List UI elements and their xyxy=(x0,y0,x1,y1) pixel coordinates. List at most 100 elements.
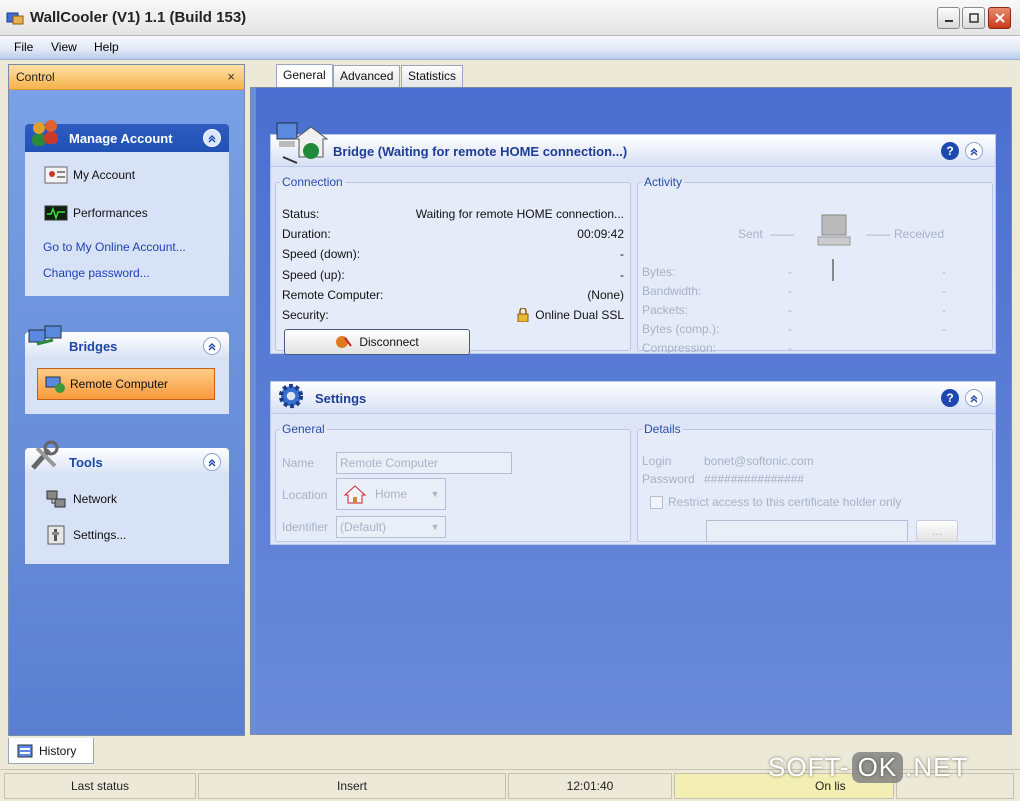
location-select[interactable]: Home ▼ xyxy=(336,478,446,510)
dropdown-arrow-icon: ▼ xyxy=(430,522,440,532)
manage-account-body: My Account Performances Go to My Online … xyxy=(25,152,229,296)
tab-advanced[interactable]: Advanced xyxy=(333,65,401,87)
packets-label: Packets: xyxy=(642,303,689,317)
collapse-chevron-icon[interactable] xyxy=(203,453,221,471)
compression-sent-value: - xyxy=(788,341,792,355)
disconnect-button[interactable]: Disconnect xyxy=(284,329,470,355)
settings-item[interactable]: Settings... xyxy=(43,524,126,546)
bytes-label: Bytes: xyxy=(642,265,676,279)
remote-computer-item[interactable]: Remote Computer xyxy=(37,368,215,400)
received-line: —— xyxy=(866,227,890,241)
sent-label: Sent xyxy=(738,227,763,241)
remote-computer-icon xyxy=(44,374,66,394)
bridges-header[interactable]: Bridges xyxy=(25,325,229,360)
restrict-label: Restrict access to this certificate hold… xyxy=(668,495,902,509)
my-account-item[interactable]: My Account xyxy=(43,164,135,186)
disconnect-icon xyxy=(336,336,353,348)
tools-body: Network Settings... xyxy=(25,476,229,564)
lock-icon xyxy=(517,308,529,322)
bytes-comp-sent-value: - xyxy=(788,322,792,336)
maximize-button[interactable] xyxy=(962,7,985,29)
menu-file[interactable]: File xyxy=(14,40,33,54)
online-account-link[interactable]: Go to My Online Account... xyxy=(43,240,186,254)
close-window-button[interactable] xyxy=(988,7,1011,29)
compression-label: Compression: xyxy=(642,341,717,355)
watermark: SOFT- OK .NET xyxy=(768,752,968,783)
settings-label: Settings... xyxy=(73,528,127,542)
packets-received-value: - xyxy=(942,303,946,317)
bridges-body: Remote Computer xyxy=(25,360,229,414)
password-value: ############### xyxy=(704,472,805,486)
connection-legend: Connection xyxy=(282,175,343,189)
collapse-chevron-icon[interactable] xyxy=(965,389,983,407)
tools-icon xyxy=(31,440,59,470)
menu-view[interactable]: View xyxy=(51,40,77,54)
minimize-button[interactable] xyxy=(937,7,960,29)
tab-general[interactable]: General xyxy=(276,64,333,88)
window-title: WallCooler (V1) 1.1 (Build 153) xyxy=(30,9,247,26)
packets-sent-value: - xyxy=(788,303,792,317)
bytes-comp-label: Bytes (comp.): xyxy=(642,322,720,336)
settings-panel-header: Settings ? xyxy=(271,382,995,414)
watermark-ok: OK xyxy=(851,752,904,783)
computer-icon xyxy=(817,214,851,246)
identifier-select[interactable]: (Default) ▼ xyxy=(336,516,446,538)
login-value: bonet@softonic.com xyxy=(704,454,814,468)
maximize-icon xyxy=(968,13,979,23)
home-computer-icon xyxy=(276,122,329,164)
network-item[interactable]: Network xyxy=(43,488,117,510)
help-icon[interactable]: ? xyxy=(941,142,959,160)
my-account-label: My Account xyxy=(73,168,136,182)
collapse-chevron-icon[interactable] xyxy=(203,337,221,355)
certificate-input[interactable] xyxy=(706,520,908,542)
collapse-chevron-icon[interactable] xyxy=(965,142,983,160)
duration-value: 00:09:42 xyxy=(577,227,624,241)
location-value: Home xyxy=(375,487,408,501)
remote-computer-value: (None) xyxy=(587,288,624,302)
watermark-right: .NET xyxy=(905,752,969,782)
gear-icon xyxy=(278,383,304,409)
remote-computer-label: Remote Computer xyxy=(70,377,169,391)
collapse-chevron-icon[interactable] xyxy=(203,129,221,147)
password-label: Password xyxy=(642,472,695,486)
bridge-panel-header: Bridge (Waiting for remote HOME connecti… xyxy=(271,122,995,167)
title-bar: WallCooler (V1) 1.1 (Build 153) xyxy=(0,0,1020,36)
main-area: Bridge (Waiting for remote HOME connecti… xyxy=(250,87,1012,735)
history-tab[interactable]: History xyxy=(8,738,94,764)
activity-fieldset: Activity Sent —— —— Received Bytes: Band… xyxy=(637,175,993,355)
speed-down-label: Speed (down): xyxy=(282,247,361,261)
tools-title: Tools xyxy=(69,455,103,470)
browse-button[interactable]: ... xyxy=(916,520,958,542)
control-title: Control xyxy=(16,70,55,84)
tab-statistics[interactable]: Statistics xyxy=(401,65,464,87)
app-icon xyxy=(6,12,24,25)
tools-header[interactable]: Tools xyxy=(25,440,229,476)
performances-item[interactable]: Performances xyxy=(43,202,148,224)
connection-fieldset: Connection Status: Waiting for remote HO… xyxy=(275,175,631,355)
general-legend: General xyxy=(282,422,325,436)
help-icon[interactable]: ? xyxy=(941,389,959,407)
bytes-sent-value: - xyxy=(788,265,792,279)
settings-panel-title: Settings xyxy=(315,391,367,406)
manage-account-header[interactable]: Manage Account xyxy=(25,120,229,152)
last-status-cell: Last status xyxy=(4,773,196,799)
name-label: Name xyxy=(282,456,315,470)
name-input[interactable]: Remote Computer xyxy=(336,452,512,474)
watermark-left: SOFT- xyxy=(768,752,850,782)
performance-graph-icon xyxy=(43,202,69,224)
identifier-label: Identifier xyxy=(282,520,329,534)
bridge-panel-title: Bridge (Waiting for remote HOME connecti… xyxy=(333,144,628,159)
control-pane: Control × Manage Account My Account Perf… xyxy=(8,64,245,736)
bandwidth-label: Bandwidth: xyxy=(642,284,702,298)
status-value: Waiting for remote HOME connection... xyxy=(415,207,624,221)
main-content: Bridge (Waiting for remote HOME connecti… xyxy=(256,88,1011,734)
security-label: Security: xyxy=(282,308,329,322)
change-password-link[interactable]: Change password... xyxy=(43,266,150,280)
details-legend: Details xyxy=(644,422,681,436)
control-close-button[interactable]: × xyxy=(227,69,235,84)
network-label: Network xyxy=(73,492,118,506)
users-icon xyxy=(32,120,58,146)
speed-up-value: - xyxy=(620,268,624,282)
menu-help[interactable]: Help xyxy=(94,40,119,54)
restrict-checkbox[interactable] xyxy=(650,496,663,509)
